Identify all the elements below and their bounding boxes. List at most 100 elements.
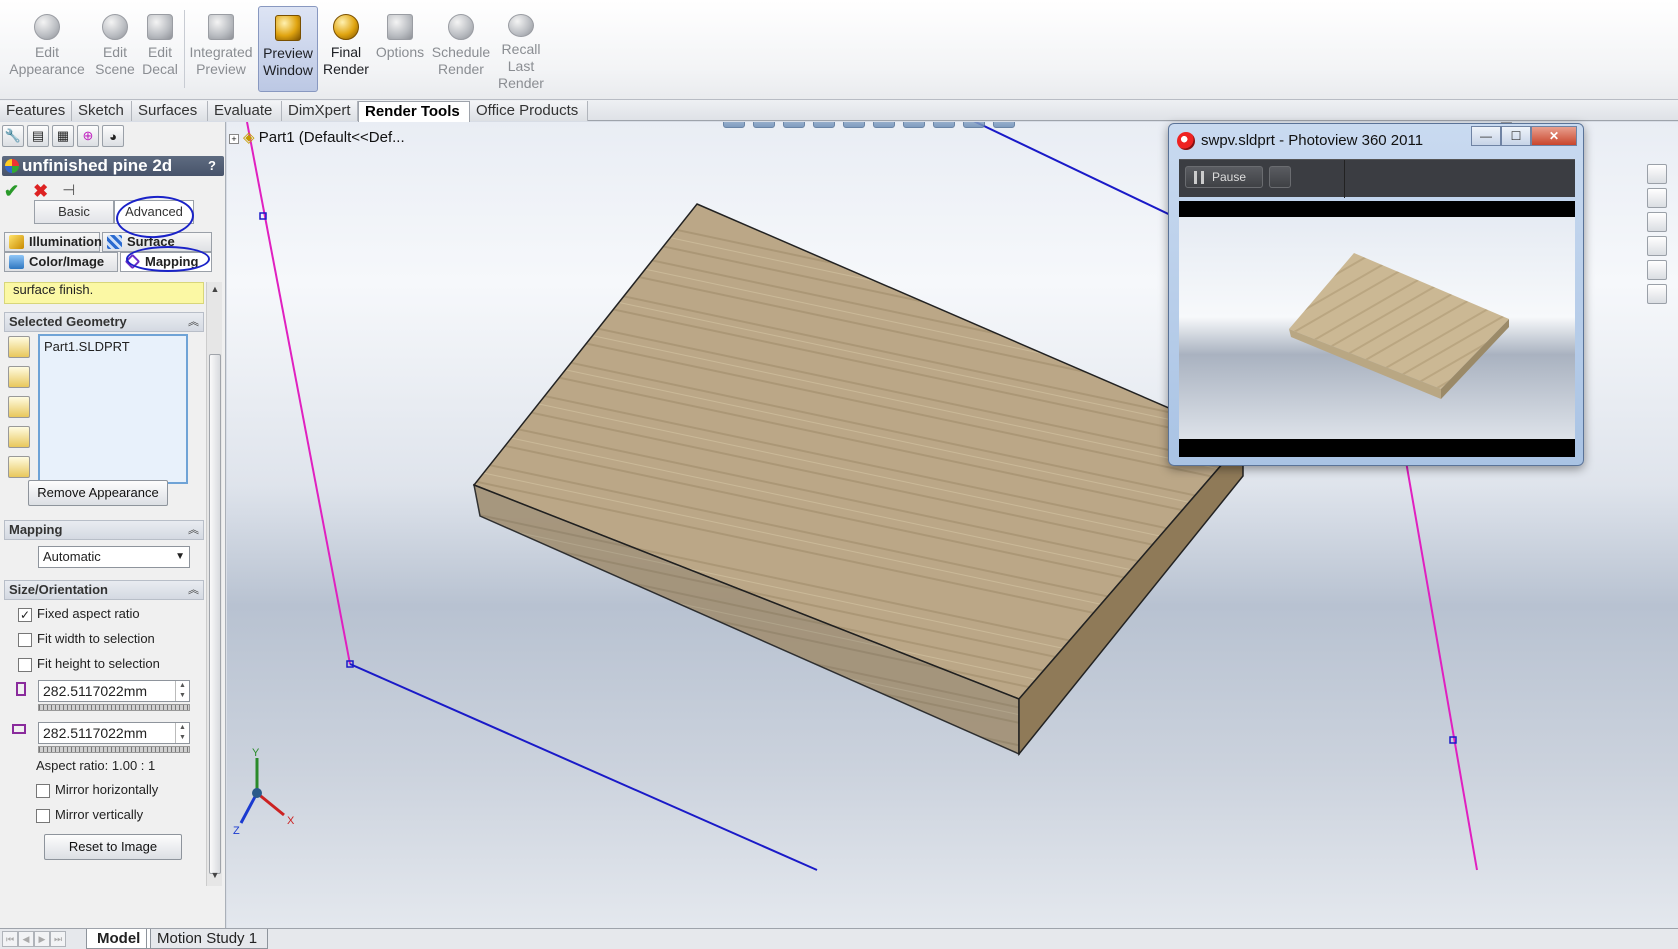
mirror-horizontal-checkbox[interactable]: Mirror horizontally [36,782,158,798]
tab-render-tools[interactable]: Render Tools [358,101,470,122]
property-manager-icon[interactable]: ▤ [27,125,49,147]
tab-illumination[interactable]: Illumination [4,232,102,252]
preview-window-button[interactable]: Preview Window [258,6,318,92]
remove-appearance-button[interactable]: Remove Appearance [28,480,168,506]
fit-width-checkbox[interactable]: Fit width to selection [18,631,155,647]
prev-tab-icon[interactable]: ◀ [18,931,34,947]
tab-evaluate[interactable]: Evaluate [208,101,282,121]
next-tab-icon[interactable]: ▶ [34,931,50,947]
zoom-to-fit-icon[interactable] [723,122,745,128]
custom-properties-icon[interactable] [1647,284,1667,304]
appearances-icon[interactable] [1647,260,1667,280]
last-tab-icon[interactable]: ⏭ [50,931,66,947]
mapping-header[interactable]: Mapping ︽ [4,520,204,540]
mapping-type-select[interactable]: Automatic ▼ [38,546,190,568]
edit-appearance-button[interactable]: Edit Appearance [9,6,85,92]
size-orientation-header[interactable]: Size/Orientation ︽ [4,580,204,600]
reset-to-image-button[interactable]: Reset to Image [44,834,182,860]
mapping-width-input[interactable]: 282.5117022mm ▲ ▼ [38,722,190,744]
part-tree-label[interactable]: Part1 (Default<<Def... [259,129,405,146]
svg-text:X: X [287,815,295,827]
help-icon[interactable]: ? [204,158,220,174]
feature-tree-flyout[interactable]: + ◈ Part1 (Default<<Def... [229,128,405,146]
cancel-x-icon[interactable]: ✖ [33,182,48,200]
property-manager-content: surface finish. Selected Geometry ︽ Part… [4,282,204,904]
pushpin-icon[interactable]: ⊣ [62,182,75,200]
chevron-down-icon: ▼ [175,551,185,562]
configuration-manager-icon[interactable]: ▦ [52,125,74,147]
display-style-icon[interactable] [873,122,895,128]
photoview-preview-window[interactable]: swpv.sldprt - Photoview 360 2011 — ☐ ✕ P… [1168,123,1584,466]
width-dimension-icon [12,724,26,734]
scroll-up-icon[interactable]: ▲ [207,284,223,298]
appearance-icon [5,159,19,173]
checkbox-checked[interactable]: ✓ [18,607,32,622]
render-preview-image [1179,217,1575,439]
tab-dimxpert[interactable]: DimXpert [282,101,358,121]
schedule-render-button[interactable]: Schedule Render [428,6,494,92]
selected-geometry-list[interactable]: Part1.SLDPRT [38,334,188,484]
list-item[interactable]: Part1.SLDPRT [44,339,182,354]
apply-scene-icon[interactable] [963,122,985,128]
scroll-down-icon[interactable]: ▼ [207,870,223,884]
spinner-arrows-icon[interactable]: ▲ ▼ [175,723,189,743]
edit-appearance-icon[interactable] [933,122,955,128]
mapping-height-input[interactable]: 282.5117022mm ▲ ▼ [38,680,190,702]
collapse-icon[interactable]: ︽ [188,581,199,599]
integrated-preview-button[interactable]: Integrated Preview [186,6,256,92]
maximize-button[interactable]: ☐ [1501,126,1531,146]
stop-button[interactable] [1269,166,1291,188]
view-palette-icon[interactable] [1647,236,1667,256]
body-filter-icon[interactable] [8,426,30,448]
home-icon[interactable] [1647,164,1667,184]
task-pane-tabs [1647,164,1669,304]
options-button[interactable]: Options [374,6,426,92]
collapse-icon[interactable]: ︽ [188,521,199,539]
minimize-button[interactable]: — [1471,126,1501,146]
recall-last-render-button[interactable]: Recall Last Render [498,6,544,92]
edit-scene-button[interactable]: Edit Scene [90,6,140,92]
view-settings-icon[interactable] [993,122,1015,128]
tab-motion-study-1[interactable]: Motion Study 1 [146,929,269,949]
fit-height-checkbox[interactable]: Fit height to selection [18,656,160,672]
tab-color-image[interactable]: Color/Image [4,252,118,272]
expand-icon[interactable]: + [229,134,239,144]
design-library-icon[interactable] [1647,188,1667,208]
view-orientation-icon[interactable] [843,122,865,128]
pause-button[interactable]: Pause [1185,166,1263,188]
spinner-arrows-icon[interactable]: ▲ ▼ [175,681,189,701]
face-filter-icon[interactable] [8,366,30,388]
final-render-button[interactable]: Final Render [320,6,372,92]
basic-button[interactable]: Basic [34,200,114,224]
file-explorer-icon[interactable] [1647,212,1667,232]
tab-model[interactable]: Model [86,929,152,949]
collapse-icon[interactable]: ︽ [188,313,199,331]
surface-filter-icon[interactable] [8,396,30,418]
close-button[interactable]: ✕ [1531,126,1577,146]
tab-office-products[interactable]: Office Products [470,101,588,121]
part-filter-icon[interactable] [8,336,30,358]
appearance-property-manager: 🔧 ▤ ▦ ⊕ ◕ unfinished pine 2d ? ✔ ✖ ⊣ Bas… [0,122,226,928]
section-view-icon[interactable] [813,122,835,128]
feature-manager-icon[interactable]: 🔧 [2,125,24,147]
display-manager-icon[interactable]: ◕ [102,125,124,147]
tab-sketch[interactable]: Sketch [72,101,132,121]
mirror-vertical-checkbox[interactable]: Mirror vertically [36,807,143,823]
previous-view-icon[interactable] [783,122,805,128]
zoom-to-area-icon[interactable] [753,122,775,128]
scrollbar-thumb[interactable] [209,354,221,874]
tab-surfaces[interactable]: Surfaces [132,101,208,121]
selected-geometry-header[interactable]: Selected Geometry ︽ [4,312,204,332]
ok-check-icon[interactable]: ✔ [4,182,19,200]
edit-decal-button[interactable]: Edit Decal [138,6,182,92]
hide-show-items-icon[interactable] [903,122,925,128]
fixed-aspect-checkbox[interactable]: ✓ Fixed aspect ratio [18,606,140,622]
panel-scrollbar[interactable]: ▲ ▼ [206,282,222,886]
first-tab-icon[interactable]: ⏮ [2,931,18,947]
tab-features[interactable]: Features [0,101,72,121]
feature-filter-icon[interactable] [8,456,30,478]
height-slider[interactable] [38,704,190,711]
heads-up-view-toolbar [723,122,1015,128]
width-slider[interactable] [38,746,190,753]
dimxpert-manager-icon[interactable]: ⊕ [77,125,99,147]
